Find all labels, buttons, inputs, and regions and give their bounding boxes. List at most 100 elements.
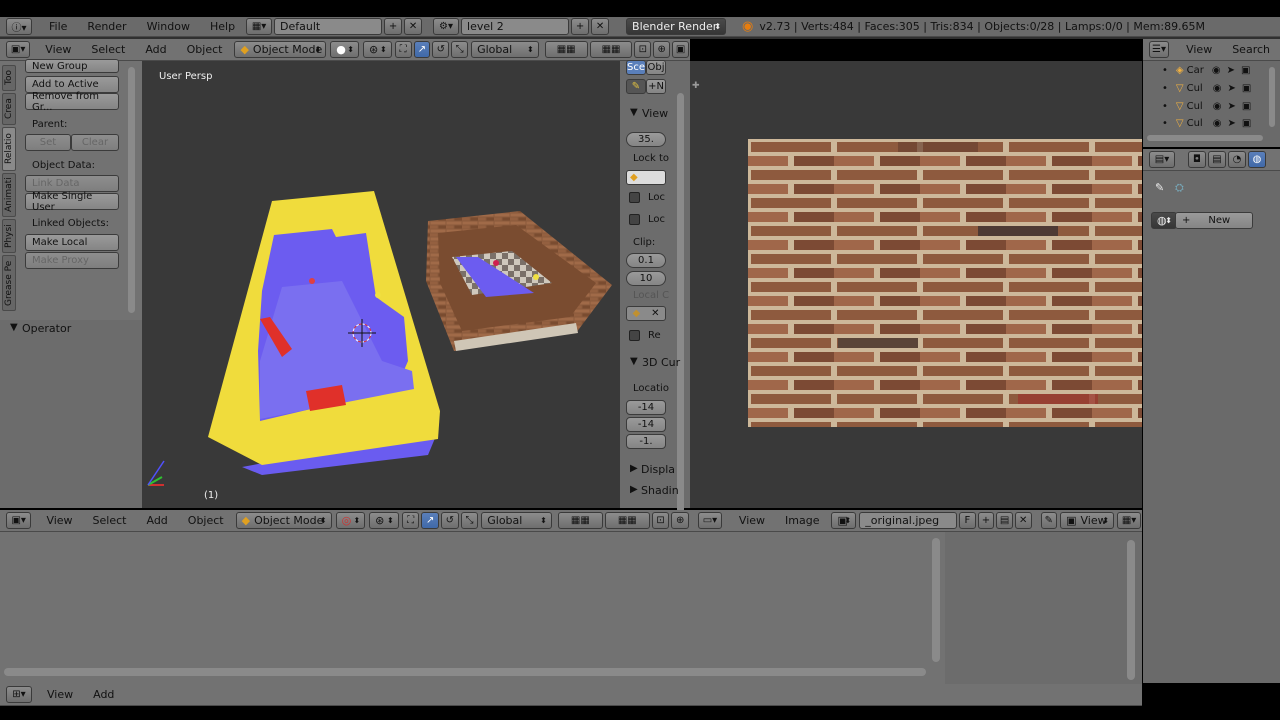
rotate-icon-2[interactable]: ↺	[441, 512, 459, 529]
render-tab-icon[interactable]: ◘	[1188, 151, 1206, 168]
tab-tools[interactable]: Too	[2, 65, 16, 91]
layers-grid-icon[interactable]: ▦▦	[544, 41, 588, 58]
scene-tab-icon[interactable]: ◔	[1228, 151, 1246, 168]
scene-field[interactable]: level 2	[461, 18, 570, 35]
cursor-icon[interactable]: ➤	[1227, 83, 1235, 94]
cursor-icon[interactable]: ➤	[1227, 65, 1235, 76]
outliner-row-cube-2[interactable]: • ▽ Cul ◉ ➤ ▣	[1150, 98, 1251, 115]
menu-render[interactable]: Render	[77, 20, 136, 33]
shading-panel-header[interactable]: Shadin	[641, 484, 679, 497]
pivot-dropdown[interactable]: ⊛ ⬍	[362, 41, 392, 58]
render-preview-icon[interactable]: ▣	[672, 41, 689, 58]
layers-grid-icon-2[interactable]: ▦▦	[589, 41, 633, 58]
eye-icon[interactable]: ◉	[1213, 101, 1222, 112]
vp2-menu-object[interactable]: Object	[178, 514, 234, 527]
annotation-icon[interactable]: ✎	[626, 79, 646, 94]
outliner-menu-view[interactable]: View	[1176, 43, 1222, 56]
menu-file[interactable]: File	[39, 20, 77, 33]
cursor-icon[interactable]: ➤	[1227, 118, 1235, 129]
outliner-menu-search[interactable]: Search	[1222, 43, 1280, 56]
cursor-icon[interactable]: ➤	[1227, 101, 1235, 112]
editor-type-image-button[interactable]: ▭▾	[698, 512, 722, 529]
layers-grid-icon-3[interactable]: ▦▦	[557, 512, 603, 529]
vp-menu-select[interactable]: Select	[81, 43, 135, 56]
side-empty-area[interactable]	[945, 532, 1142, 684]
image-view-mode-dropdown[interactable]: ▣ View ⬍	[1060, 512, 1115, 529]
editor-type-info-button[interactable]: ⓘ▾	[6, 18, 32, 35]
orientation-dropdown[interactable]: Global ⬍	[471, 41, 539, 58]
img-menu-image[interactable]: Image	[775, 514, 829, 527]
rotate-icon[interactable]: ↺	[432, 41, 450, 58]
display-channels-icon[interactable]: ▦▾	[1117, 512, 1142, 529]
world-tab-icon[interactable]: ◍	[1248, 151, 1266, 168]
shading-dropdown-2[interactable]: ◎ ⬍	[335, 512, 366, 529]
translate-icon[interactable]: ↗	[413, 41, 431, 58]
pin-icon[interactable]: ✎	[1155, 181, 1164, 194]
manipulator-toggle-icon-2[interactable]: ⛶	[401, 512, 420, 529]
vp2-menu-select[interactable]: Select	[83, 514, 137, 527]
vp-menu-view[interactable]: View	[35, 43, 81, 56]
operator-label[interactable]: Operator	[22, 322, 71, 335]
tool-shelf-scrollbar[interactable]	[128, 67, 135, 313]
parent-clear-button[interactable]: Clear	[71, 134, 119, 151]
new-image-icon[interactable]: +	[977, 512, 995, 529]
shading-dropdown[interactable]: ● ⬍	[330, 41, 359, 58]
new-annotation-button[interactable]: +N	[646, 79, 666, 94]
view-collapse-icon[interactable]: ▼	[630, 107, 638, 118]
tab-physics[interactable]: Physi	[2, 219, 16, 253]
parent-set-button[interactable]: Set	[25, 134, 71, 151]
lock-layers-icon[interactable]: ⊡	[634, 41, 652, 58]
tab-relations[interactable]: Relatio	[2, 127, 16, 171]
operator-collapse-icon[interactable]: ▼	[10, 322, 18, 333]
scale-icon-2[interactable]: ⤡	[460, 512, 479, 529]
eye-icon[interactable]: ◉	[1213, 83, 1222, 94]
screen-layout-field[interactable]: Default	[274, 18, 383, 35]
display-expand-icon[interactable]: ▶	[630, 463, 638, 474]
vp2-menu-add[interactable]: Add	[136, 514, 177, 527]
add-scene-icon[interactable]: +	[571, 18, 590, 35]
link-data-button[interactable]: Link Data	[25, 175, 119, 192]
vp2-menu-view[interactable]: View	[36, 514, 82, 527]
cursor-z-field[interactable]: -1.	[626, 434, 666, 449]
clip-start-field[interactable]: 0.1	[626, 253, 666, 268]
tab-grease-pencil[interactable]: Grease Pe	[2, 255, 16, 311]
snap-icon[interactable]: ⊕	[653, 41, 671, 58]
remove-scene-icon[interactable]: ✕	[591, 18, 610, 35]
world-browse-dropdown[interactable]: ◍ ⬍	[1151, 212, 1177, 229]
view-panel-header[interactable]: View	[642, 107, 668, 120]
side-vscroll[interactable]	[1127, 540, 1135, 680]
lock-layers-icon-2[interactable]: ⊡	[651, 512, 670, 529]
mode-dropdown[interactable]: ◆ Object Mode ⬍	[234, 41, 327, 58]
orientation-dropdown-2[interactable]: Global ⬍	[481, 512, 552, 529]
mode-dropdown-2[interactable]: ◆ Object Mode ⬍	[235, 512, 332, 529]
cursor-collapse-icon[interactable]: ▼	[630, 356, 638, 367]
image-editor[interactable]: ✚	[690, 61, 1142, 508]
make-proxy-button[interactable]: Make Proxy	[25, 252, 119, 269]
clip-end-field[interactable]: 10	[626, 271, 666, 286]
tab-create[interactable]: Crea	[2, 93, 16, 125]
bottom-menu-add[interactable]: Add	[83, 688, 124, 701]
menu-window[interactable]: Window	[137, 20, 200, 33]
scale-icon[interactable]: ⤡	[451, 41, 469, 58]
eye-icon[interactable]: ◉	[1213, 118, 1222, 129]
add-screen-icon[interactable]: +	[384, 18, 403, 35]
render-icon[interactable]: ▣	[1242, 101, 1251, 112]
local-camera-field[interactable]: ◆ ✕	[626, 306, 666, 321]
lock-camera-checkbox[interactable]	[629, 214, 640, 225]
lens-field[interactable]: 35.	[626, 132, 666, 147]
eye-icon[interactable]: ◉	[1212, 65, 1221, 76]
make-single-user-button[interactable]: Make Single User	[25, 191, 119, 213]
open-image-icon[interactable]: ▤	[996, 512, 1013, 529]
pin-image-icon[interactable]: ✎	[1040, 512, 1058, 529]
translate-icon-2[interactable]: ↗	[421, 512, 439, 529]
scene-tab[interactable]: Sce	[626, 60, 646, 75]
image-browse-dropdown[interactable]: ▣ ⬍	[831, 512, 857, 529]
3d-viewport[interactable]: User Persp (1)	[142, 61, 620, 508]
shading-expand-icon[interactable]: ▶	[630, 484, 638, 495]
image-name-field[interactable]: _original.jpeg	[859, 512, 958, 529]
remove-from-group-button[interactable]: Remove from Gr...	[25, 91, 119, 113]
outliner-row-camera[interactable]: • ◈ Car ◉ ➤ ▣	[1150, 62, 1250, 79]
lock-object-field[interactable]: ◆	[626, 170, 666, 185]
n-panel-scrollbar[interactable]	[677, 93, 684, 513]
outliner-vscroll[interactable]	[1269, 67, 1275, 127]
